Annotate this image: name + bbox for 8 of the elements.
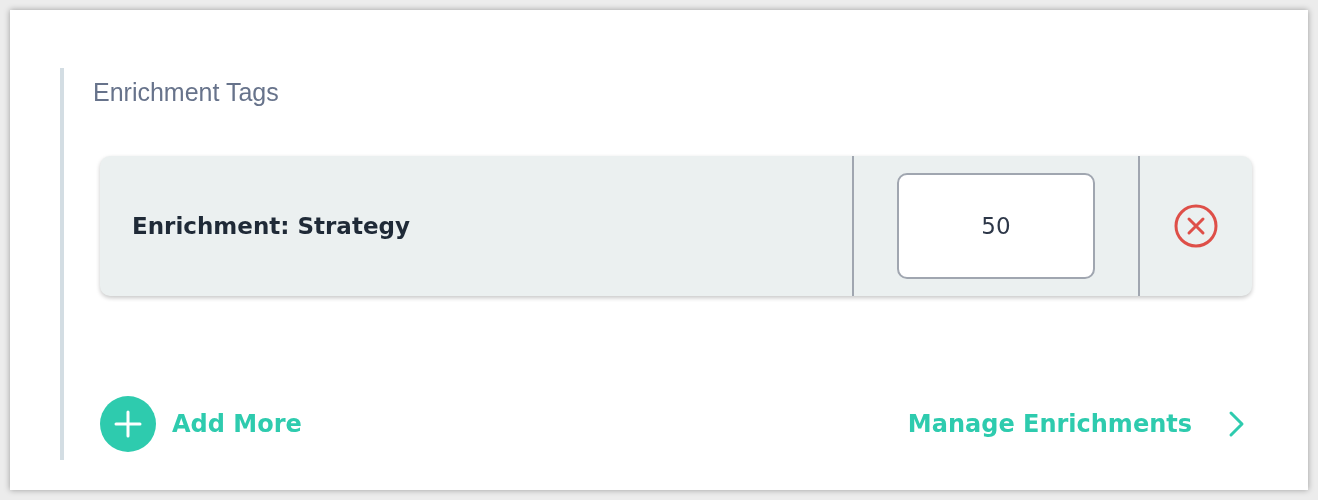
add-more-button[interactable]: Add More (100, 396, 302, 452)
value-field[interactable]: 50 (897, 173, 1095, 279)
plus-icon (100, 396, 156, 452)
close-icon (1173, 203, 1219, 249)
remove-button[interactable] (1173, 203, 1219, 249)
tag-name: Enrichment: Strategy (132, 213, 410, 239)
manage-enrichments-link[interactable]: Manage Enrichments (907, 410, 1246, 438)
section-title: Enrichment Tags (93, 78, 280, 108)
